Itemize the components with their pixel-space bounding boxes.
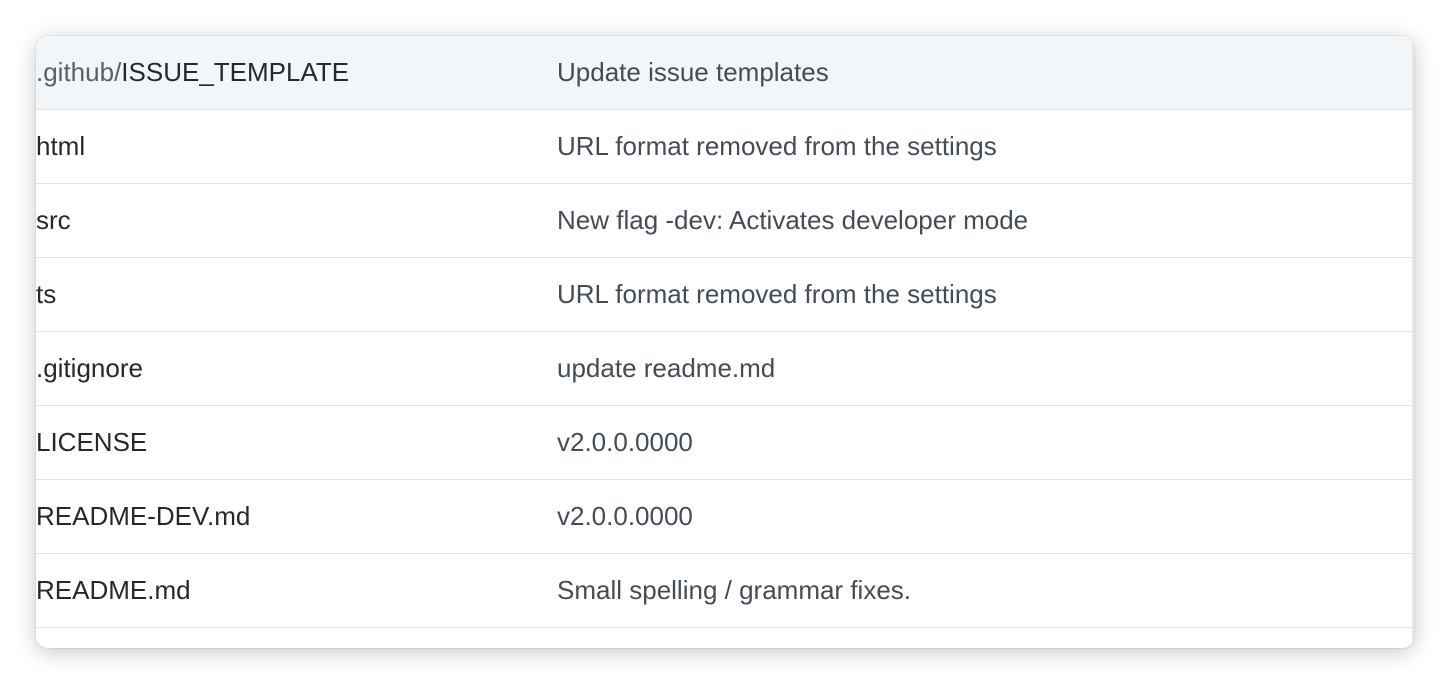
file-row[interactable]: README.md Small spelling / grammar fixes… — [36, 554, 1414, 628]
commit-message-link[interactable]: New flag -dev: Activates developer mode — [557, 184, 1028, 257]
file-name-link[interactable]: README.md — [36, 554, 191, 627]
file-row[interactable]: ts URL format removed from the settings — [36, 258, 1414, 332]
commit-message-link[interactable]: v2.0.0.0000 — [557, 406, 693, 479]
file-name[interactable]: README-DEV.md — [36, 501, 250, 531]
scroll-edge — [1412, 36, 1414, 648]
file-name[interactable]: .gitignore — [36, 353, 143, 383]
file-table: .github/ISSUE_TEMPLATE Update issue temp… — [36, 36, 1414, 628]
file-row[interactable]: html URL format removed from the setting… — [36, 110, 1414, 184]
file-dir-prefix[interactable]: .github/ — [36, 57, 121, 87]
commit-message-link[interactable]: Update issue templates — [557, 36, 829, 109]
file-name[interactable]: LICENSE — [36, 427, 147, 457]
file-name[interactable]: ISSUE_TEMPLATE — [121, 57, 349, 87]
file-name-link[interactable]: .github/ISSUE_TEMPLATE — [36, 36, 349, 109]
file-row[interactable]: .github/ISSUE_TEMPLATE Update issue temp… — [36, 36, 1414, 110]
commit-message-link[interactable]: Small spelling / grammar fixes. — [557, 554, 911, 627]
file-name-link[interactable]: ts — [36, 258, 56, 331]
commit-message-link[interactable]: v2.0.0.0000 — [557, 480, 693, 553]
file-name[interactable]: html — [36, 131, 85, 161]
file-row[interactable]: LICENSE v2.0.0.0000 — [36, 406, 1414, 480]
file-name-link[interactable]: LICENSE — [36, 406, 147, 479]
file-name[interactable]: README.md — [36, 575, 191, 605]
file-name-link[interactable]: .gitignore — [36, 332, 143, 405]
file-name[interactable]: src — [36, 205, 71, 235]
file-row[interactable]: src New flag -dev: Activates developer m… — [36, 184, 1414, 258]
file-row[interactable]: README-DEV.md v2.0.0.0000 — [36, 480, 1414, 554]
file-name-link[interactable]: html — [36, 110, 85, 183]
file-row[interactable]: .gitignore update readme.md — [36, 332, 1414, 406]
commit-message-link[interactable]: URL format removed from the settings — [557, 110, 997, 183]
commit-message-link[interactable]: update readme.md — [557, 332, 775, 405]
file-list-window: .github/ISSUE_TEMPLATE Update issue temp… — [36, 36, 1414, 648]
file-name-link[interactable]: README-DEV.md — [36, 480, 250, 553]
file-name-link[interactable]: src — [36, 184, 71, 257]
commit-message-link[interactable]: URL format removed from the settings — [557, 258, 997, 331]
file-name[interactable]: ts — [36, 279, 56, 309]
